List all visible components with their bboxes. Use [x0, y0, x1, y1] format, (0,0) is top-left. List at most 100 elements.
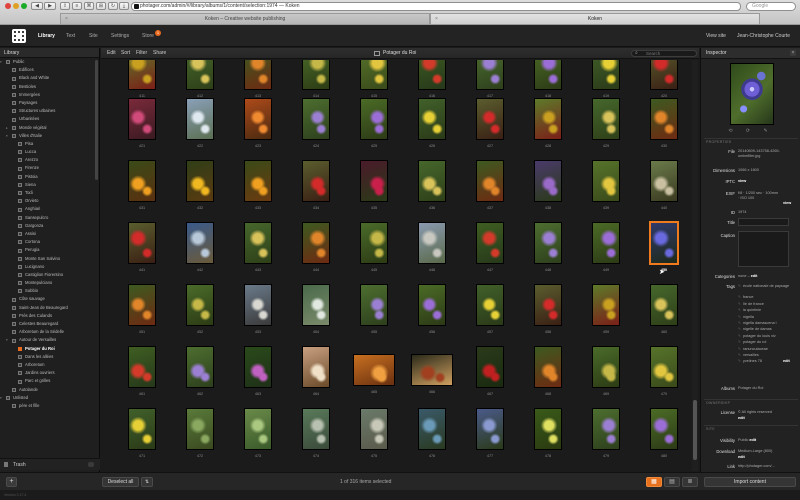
photo-thumbnail-cell[interactable]: 452 — [171, 284, 229, 344]
sidebar-item[interactable]: Black and White — [0, 74, 99, 82]
photo-thumbnail-cell[interactable]: 429 — [577, 98, 635, 158]
tag-item[interactable]: nigella — [738, 315, 754, 319]
import-content-button[interactable]: Import content — [704, 477, 796, 487]
reload-icon[interactable]: ↻ — [108, 2, 118, 10]
sidebar-item[interactable]: Arezzo — [0, 156, 99, 164]
sidebar-item[interactable]: Immergées — [0, 91, 99, 99]
photo-thumbnail-cell[interactable]: 427 — [461, 98, 519, 158]
photo-thumbnail-cell[interactable]: 478 — [519, 408, 577, 468]
sidebar-item[interactable]: Monte San Salvino — [0, 255, 99, 263]
exif-view-link[interactable]: view — [783, 201, 797, 206]
nav-text[interactable]: Text — [66, 25, 75, 47]
add-button[interactable]: + — [6, 477, 17, 487]
photo-thumbnail[interactable] — [650, 222, 678, 264]
photo-thumbnail[interactable] — [650, 346, 678, 388]
photo-thumbnail[interactable] — [418, 98, 446, 140]
photo-thumbnail[interactable] — [650, 98, 678, 140]
view-site-link[interactable]: View site — [706, 25, 726, 47]
photo-thumbnail-cell[interactable]: 424 — [287, 98, 345, 158]
photo-thumbnail-cell[interactable]: 434 — [287, 160, 345, 220]
photo-thumbnail[interactable] — [353, 354, 395, 386]
photo-thumbnail-cell[interactable]: 459 — [577, 284, 635, 344]
koken-logo-icon[interactable] — [12, 29, 26, 43]
trash-item[interactable]: Trash — [0, 458, 100, 470]
photo-thumbnail-cell[interactable]: 445 — [345, 222, 403, 282]
share-menu[interactable]: Share — [153, 48, 166, 59]
photo-thumbnail-cell[interactable]: 466 — [403, 346, 461, 406]
tag-item[interactable]: école nationale de paysage — [738, 284, 789, 288]
iptc-view-link[interactable]: view — [738, 179, 798, 184]
close-window-icon[interactable] — [5, 3, 11, 9]
photo-thumbnail-cell[interactable]: 444 — [287, 222, 345, 282]
photo-thumbnail-cell[interactable]: 432 — [171, 160, 229, 220]
sidebar-item[interactable]: Subbio — [0, 287, 99, 295]
nav-settings[interactable]: Settings — [111, 25, 129, 47]
photo-thumbnail[interactable] — [650, 408, 678, 450]
sidebar-item[interactable]: ▾ Unlisted — [0, 394, 99, 402]
reading-list-icon[interactable]: ⌘ — [84, 2, 94, 10]
sidebar-item[interactable]: Arboretum de la Sédelle — [0, 328, 99, 336]
tag-item[interactable]: la quintinie — [738, 308, 761, 312]
photo-thumbnail[interactable] — [650, 160, 678, 202]
photo-thumbnail[interactable] — [534, 346, 562, 388]
user-menu[interactable]: Jean-Christophe Courte — [737, 25, 790, 47]
photo-thumbnail[interactable] — [650, 284, 678, 326]
sidebar-item[interactable]: Castiglion Fiorentino — [0, 271, 99, 279]
photo-thumbnail[interactable] — [244, 284, 272, 326]
photo-thumbnail-cell[interactable]: 463 — [229, 346, 287, 406]
photo-thumbnail-cell[interactable]: 454 — [287, 284, 345, 344]
sidebar-item[interactable]: Edifices — [0, 66, 99, 74]
photo-thumbnail[interactable] — [534, 160, 562, 202]
photo-thumbnail-cell[interactable]: 468 — [519, 346, 577, 406]
photo-thumbnail[interactable] — [244, 60, 272, 90]
photo-thumbnail-cell[interactable]: 475 — [345, 408, 403, 468]
photo-thumbnail-cell[interactable]: 428 — [519, 98, 577, 158]
photo-thumbnail[interactable] — [592, 60, 620, 90]
photo-thumbnail[interactable] — [592, 408, 620, 450]
photo-thumbnail[interactable] — [128, 60, 156, 90]
photo-thumbnail[interactable] — [302, 284, 330, 326]
back-button[interactable]: ◀ — [31, 2, 43, 10]
disclosure-chevron-icon[interactable]: ▾ — [6, 336, 8, 344]
medium-view-icon[interactable]: ▤ — [664, 477, 680, 487]
history-icon[interactable]: ⊞ — [96, 2, 106, 10]
sidebar-item[interactable]: Côte sauvage — [0, 295, 99, 303]
photo-thumbnail-cell[interactable]: 443 — [229, 222, 287, 282]
content-search-input[interactable]: ⌕ Search — [631, 50, 697, 57]
sidebar-item[interactable]: père et fille — [0, 402, 99, 410]
disclosure-chevron-icon[interactable]: ▾ — [0, 58, 2, 66]
photo-thumbnail[interactable] — [534, 408, 562, 450]
photo-thumbnail[interactable] — [360, 60, 388, 90]
photo-thumbnail-cell[interactable]: 433 — [229, 160, 287, 220]
photo-thumbnail-cell[interactable]: 453 — [229, 284, 287, 344]
photo-thumbnail-cell[interactable]: 465 — [345, 346, 403, 406]
browser-tab[interactable]: × Koken – Creative website publishing — [60, 13, 430, 24]
photo-thumbnail[interactable] — [476, 346, 504, 388]
photo-thumbnail[interactable] — [360, 284, 388, 326]
license-edit-link[interactable]: edit — [738, 416, 798, 421]
grid-view-icon[interactable]: ▦ — [646, 477, 662, 487]
sidebar-item[interactable]: Anghiari — [0, 205, 99, 213]
photo-thumbnail[interactable] — [592, 222, 620, 264]
photo-thumbnail-cell[interactable]: 451 — [113, 284, 171, 344]
tab-close-icon[interactable]: × — [65, 14, 68, 25]
photo-thumbnail-cell[interactable]: 438 — [519, 160, 577, 220]
photo-thumbnail-cell[interactable]: 456 — [403, 284, 461, 344]
forward-button[interactable]: ▶ — [44, 2, 56, 10]
list-view-icon[interactable]: ≣ — [682, 477, 698, 487]
photo-thumbnail[interactable] — [186, 284, 214, 326]
sidebar-item[interactable]: ▾ Public — [0, 58, 99, 66]
photo-thumbnail[interactable] — [128, 284, 156, 326]
photo-thumbnail[interactable] — [244, 346, 272, 388]
photo-thumbnail-cell[interactable]: 439 — [577, 160, 635, 220]
photo-thumbnail[interactable] — [411, 354, 453, 386]
tag-item[interactable]: versailles — [738, 353, 759, 357]
photo-thumbnail[interactable] — [534, 284, 562, 326]
sidebar-item[interactable]: Parc et grilles — [0, 377, 99, 385]
sidebar-item[interactable]: Prés des Culands — [0, 312, 99, 320]
photo-thumbnail[interactable] — [650, 60, 678, 90]
photo-thumbnail[interactable] — [418, 284, 446, 326]
photo-thumbnail[interactable] — [128, 346, 156, 388]
tab-close-icon[interactable]: × — [435, 14, 438, 25]
photo-thumbnail[interactable] — [186, 346, 214, 388]
